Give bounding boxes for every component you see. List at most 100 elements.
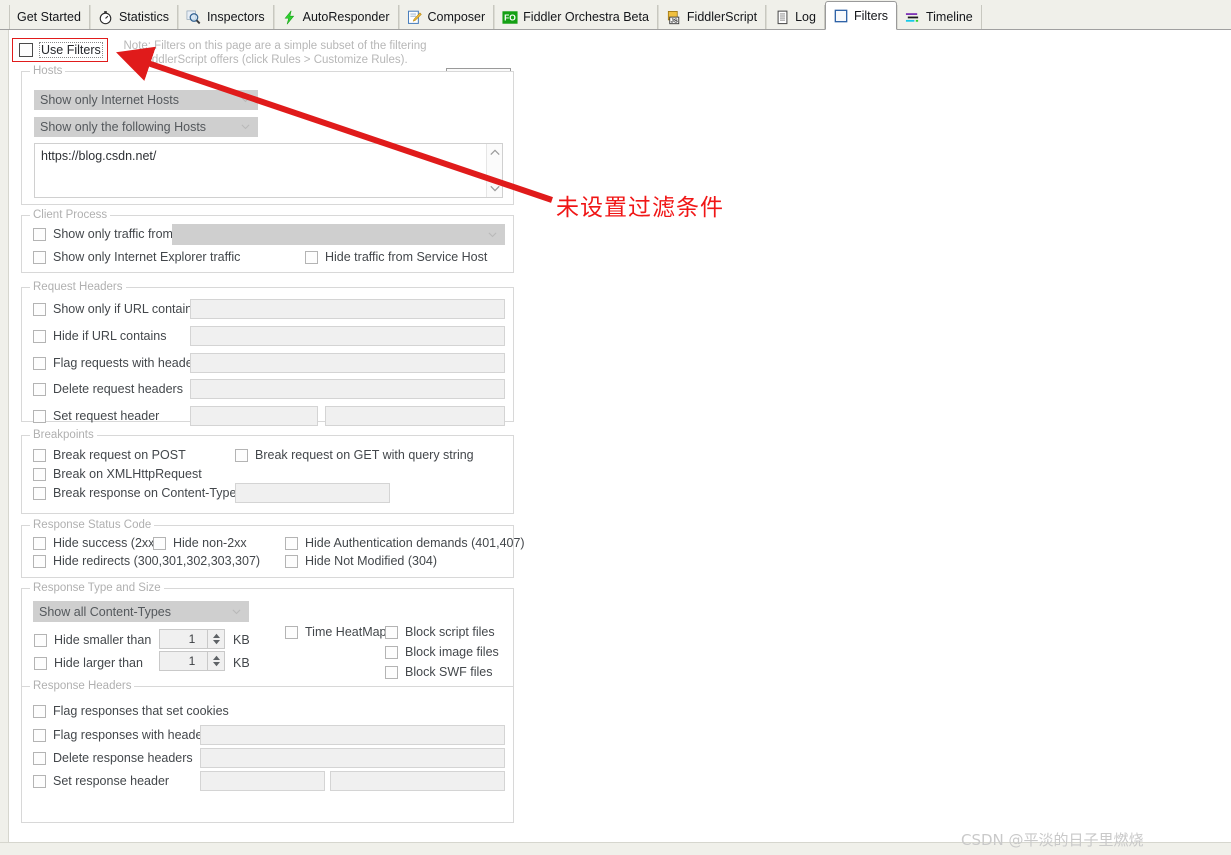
document-lines-icon — [774, 9, 790, 25]
delete-request-headers-input[interactable] — [190, 379, 505, 399]
hide-non-2xx-checkbox[interactable] — [153, 536, 166, 550]
flag-requests-with-headers-input[interactable] — [190, 353, 505, 373]
time-heatmap-checkbox[interactable] — [285, 625, 298, 639]
hide-authentication-demands-row[interactable]: Hide Authentication demands (401,407) — [285, 536, 525, 550]
delete-request-headers-checkbox[interactable] — [33, 382, 46, 396]
tab-fiddler-orchestra-beta[interactable]: FO Fiddler Orchestra Beta — [494, 5, 658, 29]
show-only-url-contains-checkbox[interactable] — [33, 302, 46, 316]
flag-responses-cookies-checkbox[interactable] — [33, 704, 46, 718]
show-only-ie-traffic-checkbox[interactable] — [33, 250, 46, 264]
break-request-on-post-row[interactable]: Break request on POST — [33, 448, 186, 462]
block-image-files-row[interactable]: Block image files — [385, 645, 499, 659]
flag-requests-with-headers-checkbox[interactable] — [33, 356, 46, 370]
hide-success-2xx-checkbox[interactable] — [33, 536, 46, 550]
hosts-zone-select[interactable]: Show only Internet Hosts — [34, 90, 258, 110]
scroll-down-icon[interactable] — [490, 185, 500, 192]
show-only-ie-traffic-row[interactable]: Show only Internet Explorer traffic — [33, 250, 240, 264]
tab-inspectors[interactable]: Inspectors — [177, 5, 274, 29]
hosts-list-textarea[interactable]: https://blog.csdn.net/ — [34, 143, 503, 198]
set-request-header-checkbox[interactable] — [33, 409, 46, 423]
scroll-up-icon[interactable] — [490, 149, 500, 156]
hide-success-2xx-row[interactable]: Hide success (2xx) — [33, 536, 159, 550]
tab-fiddlerscript[interactable]: JS FiddlerScript — [657, 5, 767, 29]
tab-autoresponder[interactable]: AutoResponder — [273, 5, 399, 29]
hide-larger-than-row[interactable]: Hide larger than — [34, 656, 143, 670]
break-response-on-content-type-checkbox[interactable] — [33, 486, 46, 500]
hide-smaller-than-stepper[interactable]: 1 — [159, 629, 225, 649]
show-only-url-contains-input[interactable] — [190, 299, 505, 319]
show-only-url-contains-label: Show only if URL contains — [53, 302, 199, 316]
set-response-header-checkbox[interactable] — [33, 774, 46, 788]
hide-smaller-than-checkbox[interactable] — [34, 633, 47, 647]
break-response-on-content-type-row[interactable]: Break response on Content-Type — [33, 486, 236, 500]
delete-response-headers-row[interactable]: Delete response headers — [33, 751, 193, 765]
flag-responses-headers-checkbox[interactable] — [33, 728, 46, 742]
set-response-header-name-input[interactable] — [200, 771, 325, 791]
hide-redirects-row[interactable]: Hide redirects (300,301,302,303,307) — [33, 554, 260, 568]
flag-responses-headers-row[interactable]: Flag responses with headers — [33, 728, 213, 742]
tab-timeline[interactable]: Timeline — [896, 5, 982, 29]
tab-filters[interactable]: Filters — [824, 1, 897, 30]
hide-authentication-demands-checkbox[interactable] — [285, 536, 298, 550]
break-on-xmlhttprequest-row[interactable]: Break on XMLHttpRequest — [33, 467, 202, 481]
hide-url-contains-input[interactable] — [190, 326, 505, 346]
block-script-files-row[interactable]: Block script files — [385, 625, 495, 639]
delete-response-headers-checkbox[interactable] — [33, 751, 46, 765]
set-request-header-row[interactable]: Set request header — [33, 409, 159, 423]
hide-larger-than-stepper[interactable]: 1 — [159, 651, 225, 671]
hide-smaller-than-row[interactable]: Hide smaller than — [34, 633, 151, 647]
flag-responses-headers-label: Flag responses with headers — [53, 728, 213, 742]
tab-statistics[interactable]: Statistics — [89, 5, 178, 29]
hide-service-host-row[interactable]: Hide traffic from Service Host — [305, 250, 487, 264]
use-filters-checkbox[interactable] — [19, 43, 33, 57]
hide-url-contains-row[interactable]: Hide if URL contains — [33, 329, 166, 343]
delete-request-headers-row[interactable]: Delete request headers — [33, 382, 183, 396]
hide-smaller-than-stepper-buttons[interactable] — [207, 630, 224, 648]
tab-log[interactable]: Log — [766, 5, 825, 29]
hide-non-2xx-row[interactable]: Hide non-2xx — [153, 536, 247, 550]
break-request-on-get-query-checkbox[interactable] — [235, 448, 248, 462]
hide-redirects-checkbox[interactable] — [33, 554, 46, 568]
content-type-select[interactable]: Show all Content-Types — [33, 601, 249, 622]
block-swf-files-row[interactable]: Block SWF files — [385, 665, 493, 679]
hosts-group: Hosts Show only Internet Hosts Show only… — [21, 65, 514, 205]
block-swf-files-checkbox[interactable] — [385, 665, 398, 679]
hosts-mode-select[interactable]: Show only the following Hosts — [34, 117, 258, 137]
hide-url-contains-checkbox[interactable] — [33, 329, 46, 343]
client-process-select[interactable] — [172, 224, 505, 245]
hide-service-host-checkbox[interactable] — [305, 250, 318, 264]
delete-response-headers-label: Delete response headers — [53, 751, 193, 765]
hide-larger-than-checkbox[interactable] — [34, 656, 47, 670]
break-on-xmlhttprequest-checkbox[interactable] — [33, 467, 46, 481]
block-image-files-checkbox[interactable] — [385, 645, 398, 659]
show-only-url-contains-row[interactable]: Show only if URL contains — [33, 302, 198, 316]
hide-not-modified-checkbox[interactable] — [285, 554, 298, 568]
set-request-header-name-input[interactable] — [190, 406, 318, 426]
client-process-group: Client Process Show only traffic from Sh… — [21, 209, 514, 273]
use-filters-highlight: Use Filters — [12, 38, 108, 62]
set-response-header-row[interactable]: Set response header — [33, 774, 169, 788]
flag-requests-with-headers-row[interactable]: Flag requests with headers — [33, 356, 203, 370]
flag-requests-with-headers-label: Flag requests with headers — [53, 356, 204, 370]
break-response-content-type-input[interactable] — [235, 483, 390, 503]
set-response-header-value-input[interactable] — [330, 771, 505, 791]
hosts-list-scrollbar[interactable] — [486, 144, 502, 197]
break-request-on-post-label: Break request on POST — [53, 448, 186, 462]
tab-composer[interactable]: Composer — [398, 5, 495, 29]
show-only-ie-traffic-label: Show only Internet Explorer traffic — [53, 250, 241, 264]
stepper-down-icon[interactable] — [212, 639, 221, 645]
show-only-traffic-from-row[interactable]: Show only traffic from — [33, 227, 173, 241]
time-heatmap-row[interactable]: Time HeatMap — [285, 625, 387, 639]
hide-larger-than-stepper-buttons[interactable] — [207, 652, 224, 670]
flag-responses-headers-input[interactable] — [200, 725, 505, 745]
show-only-traffic-from-checkbox[interactable] — [33, 227, 46, 241]
tab-get-started[interactable]: Get Started — [9, 5, 90, 29]
block-script-files-checkbox[interactable] — [385, 625, 398, 639]
set-request-header-value-input[interactable] — [325, 406, 505, 426]
delete-response-headers-input[interactable] — [200, 748, 505, 768]
stepper-down-icon[interactable] — [212, 661, 221, 667]
break-request-on-post-checkbox[interactable] — [33, 448, 46, 462]
flag-responses-cookies-row[interactable]: Flag responses that set cookies — [33, 704, 229, 718]
hide-not-modified-row[interactable]: Hide Not Modified (304) — [285, 554, 437, 568]
break-request-on-get-query-row[interactable]: Break request on GET with query string — [235, 448, 474, 462]
